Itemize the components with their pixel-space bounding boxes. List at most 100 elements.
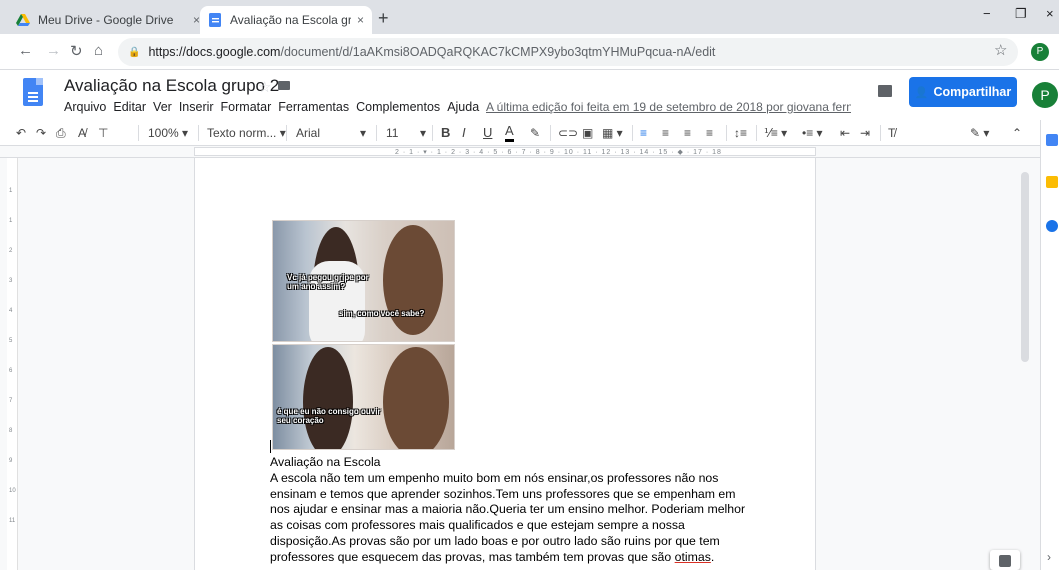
style-select[interactable]: Texto norm... ▾ (207, 124, 286, 142)
keep-icon[interactable] (1046, 176, 1058, 188)
explore-icon (999, 555, 1011, 567)
expand-panel-icon[interactable]: › (1047, 550, 1051, 564)
menu-editar[interactable]: Editar (113, 100, 146, 114)
document-page[interactable]: Vc já pegou gripe por um ano assim? sim,… (194, 158, 816, 570)
menu-complementos[interactable]: Complementos (356, 100, 440, 114)
text-cursor (270, 440, 271, 453)
align-left-icon[interactable]: ≡ (640, 124, 647, 142)
folder-icon[interactable] (278, 81, 290, 90)
menu-inserir[interactable]: Inserir (179, 100, 214, 114)
google-drive-icon (16, 14, 30, 26)
increase-indent-icon[interactable]: ⇥ (860, 124, 870, 142)
ruler-tick: 4 (9, 308, 13, 314)
menu-arquivo[interactable]: Arquivo (64, 100, 106, 114)
url-path: /document/d/1aAKmsi8OADQaRQKAC7kCMPX9ybo… (280, 45, 716, 59)
paint-format-icon[interactable]: ⊤ (98, 124, 108, 142)
horizontal-ruler: 2 · 1 · ▾ · 1 · 2 · 3 · 4 · 5 · 6 · 7 · … (0, 146, 1040, 158)
vertical-scrollbar[interactable] (1021, 172, 1029, 362)
tasks-icon[interactable] (1046, 220, 1058, 232)
menu-ferramentas[interactable]: Ferramentas (278, 100, 349, 114)
ruler-tick: 9 (9, 458, 13, 464)
back-arrow-icon[interactable]: ← (18, 42, 33, 59)
text-color-button[interactable]: A (505, 124, 514, 142)
menu-ver[interactable]: Ver (153, 100, 172, 114)
meme-caption: Vc já pegou gripe por um ano assim? (287, 273, 369, 291)
tab-title: Meu Drive - Google Drive (38, 13, 174, 27)
editing-mode-icon[interactable]: ✎ ▾ (970, 124, 989, 142)
add-comment-icon[interactable]: ▣ (582, 124, 593, 142)
numbered-list-icon[interactable]: ⅟≡ ▾ (764, 124, 787, 142)
menu-ajuda[interactable]: Ajuda (447, 100, 479, 114)
formatting-toolbar: ↶ ↷ ⎙ A̸ ⊤ 100% ▾ Texto norm... ▾ Arial ▾… (0, 120, 1040, 146)
menu-formatar[interactable]: Formatar (221, 100, 272, 114)
print-icon[interactable]: ⎙ (56, 124, 66, 142)
ruler-tick: 6 (9, 368, 13, 374)
ruler-tick: 2 (9, 248, 13, 254)
browser-tab-strip: Meu Drive - Google Drive × Avaliação na … (0, 0, 1059, 34)
clear-formatting-icon[interactable]: T̸ (888, 124, 895, 142)
document-paragraph: A escola não tem um empenho muito bom em… (270, 471, 750, 566)
insert-image-icon[interactable]: ▦ ▾ (602, 124, 623, 142)
line-spacing-icon[interactable]: ↕≡ (734, 124, 747, 142)
italic-button[interactable]: I (462, 124, 466, 142)
docs-header: Avaliação na Escola grupo 2 ☆ Arquivo Ed… (0, 70, 1059, 120)
doctor-figure (303, 347, 353, 449)
meme-image-bottom[interactable]: é que eu não consigo ouvir seu coração (272, 344, 455, 450)
redo-icon[interactable]: ↷ (36, 124, 46, 142)
zoom-select[interactable]: 100% ▾ (148, 124, 188, 142)
tab-close-icon[interactable]: × (357, 13, 364, 27)
font-select[interactable]: Arial ▾ (296, 124, 376, 142)
chevron-down-icon: ▾ (420, 126, 427, 140)
minimize-button[interactable]: − (983, 6, 991, 21)
underline-button[interactable]: U (483, 124, 492, 142)
spellcheck-icon[interactable]: A̸ (78, 124, 86, 142)
patient-figure (383, 347, 449, 449)
undo-icon[interactable]: ↶ (16, 124, 26, 142)
reload-icon[interactable]: ↻ (70, 42, 83, 60)
bookmark-star-icon[interactable]: ☆ (994, 41, 1007, 59)
address-bar[interactable]: 🔒 https://docs.google.com/document/d/1aA… (118, 38, 1018, 66)
style-value: Texto norm... (207, 126, 277, 140)
new-tab-button[interactable]: + (378, 8, 389, 29)
decrease-indent-icon[interactable]: ⇤ (840, 124, 850, 142)
document-title[interactable]: Avaliação na Escola grupo 2 (64, 76, 279, 96)
browser-profile-avatar[interactable]: P (1031, 43, 1049, 61)
align-right-icon[interactable]: ≡ (684, 124, 691, 142)
maximize-button[interactable]: ❐ (1015, 6, 1027, 22)
close-window-button[interactable]: × (1046, 6, 1054, 21)
share-button[interactable]: 👤 Compartilhar (909, 77, 1017, 107)
star-icon[interactable]: ☆ (258, 78, 271, 96)
meme-image-top[interactable]: Vc já pegou gripe por um ano assim? sim,… (272, 220, 455, 342)
link-icon[interactable]: ⊂⊃ (558, 124, 578, 142)
font-size-select[interactable]: 11 ▾ (386, 124, 432, 142)
align-center-icon[interactable]: ≡ (662, 124, 669, 142)
patient-figure (383, 225, 443, 335)
forward-arrow-icon[interactable]: → (46, 42, 61, 59)
share-label: Compartilhar (933, 85, 1012, 99)
comment-history-icon[interactable] (878, 85, 892, 97)
collapse-menus-icon[interactable]: ⌃ (1012, 124, 1022, 142)
explore-button[interactable] (990, 550, 1020, 570)
docs-home-icon[interactable] (23, 78, 43, 106)
last-edit-link[interactable]: A última edição foi feita em 19 de setem… (486, 100, 851, 114)
bulleted-list-icon[interactable]: •≡ ▾ (802, 124, 823, 142)
chevron-down-icon: ▾ (360, 126, 367, 140)
ruler-tick: 1 (9, 218, 13, 224)
tab-close-icon[interactable]: × (193, 13, 200, 27)
home-icon[interactable]: ⌂ (94, 42, 103, 59)
menu-bar: Arquivo Editar Ver Inserir Formatar Ferr… (64, 100, 486, 114)
ruler-tick: 7 (9, 398, 13, 404)
browser-nav-bar: ← → ↻ ⌂ 🔒 https://docs.google.com/docume… (0, 34, 1059, 70)
highlight-icon[interactable]: ✎ (530, 124, 540, 142)
zoom-value: 100% (148, 126, 179, 140)
tab-google-docs[interactable]: Avaliação na Escola grupo 2 - Do × (200, 6, 372, 34)
tab-google-drive[interactable]: Meu Drive - Google Drive × (8, 6, 208, 34)
calendar-icon[interactable] (1046, 134, 1058, 146)
bold-button[interactable]: B (441, 124, 450, 142)
account-avatar[interactable]: P (1032, 82, 1058, 108)
ruler-numbers: 2 · 1 · ▾ · 1 · 2 · 3 · 4 · 5 · 6 · 7 · … (395, 149, 722, 156)
align-justify-icon[interactable]: ≡ (706, 124, 713, 142)
meme-caption: é que eu não consigo ouvir seu coração (277, 407, 381, 425)
misspelled-word[interactable]: otimas (675, 550, 711, 564)
document-body[interactable]: Avaliação na Escola A escola não tem um … (270, 455, 750, 566)
